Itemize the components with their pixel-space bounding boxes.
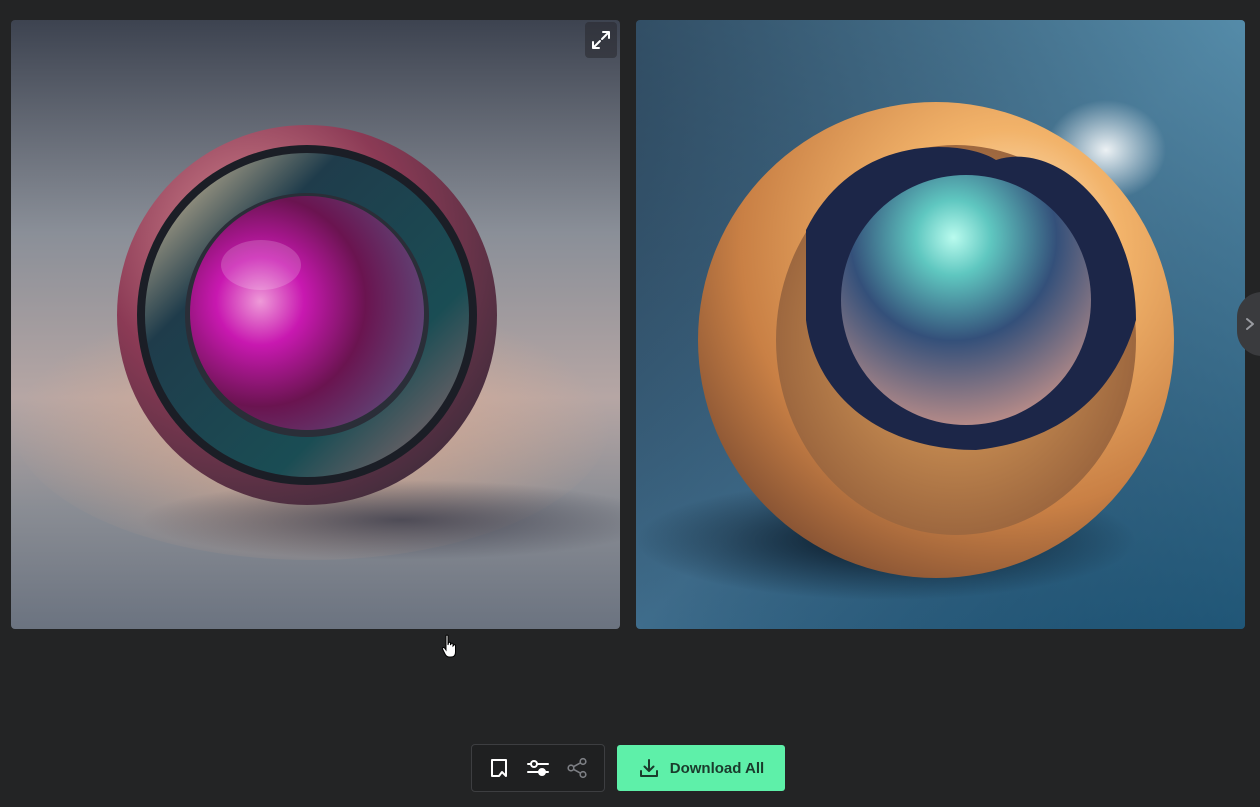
image-1-art xyxy=(11,20,620,629)
image-2-art xyxy=(636,20,1245,629)
expand-icon xyxy=(592,31,610,49)
generated-image-1[interactable] xyxy=(11,20,620,629)
chevron-right-icon xyxy=(1246,318,1254,330)
share-icon xyxy=(567,757,587,779)
image-results-panel: Download All xyxy=(0,0,1260,807)
download-icon xyxy=(639,759,658,777)
share-button[interactable] xyxy=(562,753,592,783)
image-actions-toolbar xyxy=(471,744,605,792)
hand-cursor-icon xyxy=(441,634,456,658)
adjust-button[interactable] xyxy=(523,753,553,783)
download-all-button[interactable]: Download All xyxy=(617,745,785,791)
sliders-icon xyxy=(526,760,549,776)
download-all-label: Download All xyxy=(669,759,765,777)
expand-button[interactable] xyxy=(585,22,617,58)
bookmark-icon xyxy=(491,759,508,777)
generated-image-2[interactable] xyxy=(636,20,1245,629)
save-button[interactable] xyxy=(484,753,514,783)
